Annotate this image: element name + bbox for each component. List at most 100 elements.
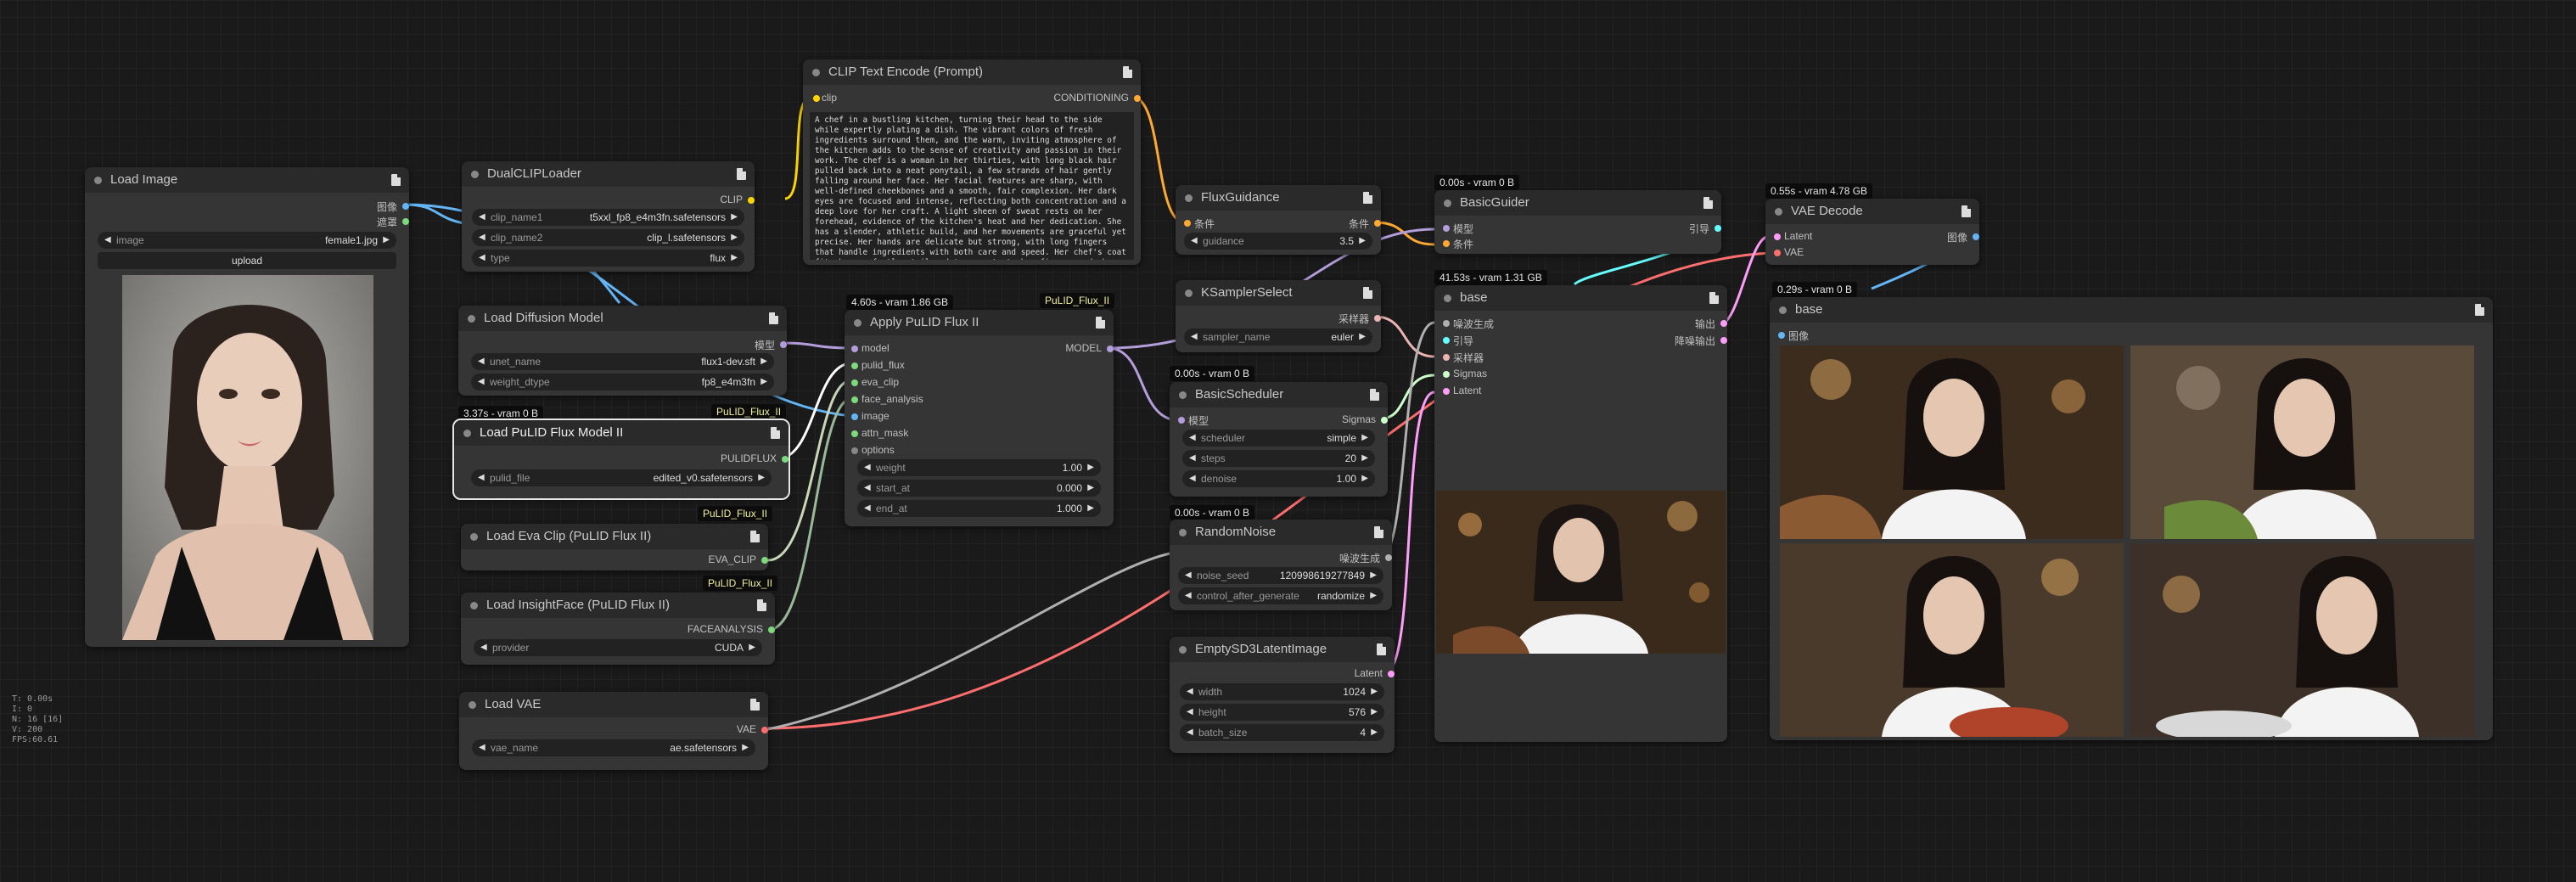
- input-guider[interactable]: 引导: [1443, 334, 1473, 348]
- prompt-textarea[interactable]: A chef in a bustling kitchen, turning th…: [810, 112, 1134, 260]
- guidance-slider[interactable]: ◀ guidance 3.5 ▶: [1184, 233, 1372, 250]
- pulid-file-select[interactable]: ◀ pulid_file edited_v0.safetensors ▶: [471, 469, 772, 486]
- clip-type-select[interactable]: ◀ type flux ▶: [472, 250, 744, 267]
- arrow-left-icon[interactable]: ◀: [1189, 430, 1196, 447]
- ksampler-select-node[interactable]: KSamplerSelect 采样器 ◀ sampler_name euler ▶: [1176, 280, 1381, 352]
- arrow-right-icon[interactable]: ▶: [1361, 450, 1368, 467]
- arrow-left-icon[interactable]: ◀: [479, 739, 485, 756]
- arrow-left-icon[interactable]: ◀: [480, 639, 487, 656]
- unet-name-select[interactable]: ◀ unet_name flux1-dev.sft ▶: [471, 353, 774, 370]
- collapse-dot[interactable]: [1185, 194, 1193, 202]
- arrow-right-icon[interactable]: ▶: [731, 209, 738, 226]
- input-latent[interactable]: Latent: [1774, 230, 1812, 242]
- preview-image-node[interactable]: base 图像: [1770, 297, 2493, 740]
- input-noise[interactable]: 噪波生成: [1443, 317, 1494, 331]
- vae-decode-node[interactable]: VAE Decode Latent VAE 图像: [1765, 199, 1979, 265]
- arrow-right-icon[interactable]: ▶: [1371, 724, 1378, 741]
- input-sigmas[interactable]: Sigmas: [1443, 368, 1487, 379]
- input-pulid-flux[interactable]: pulid_flux: [851, 359, 905, 371]
- input-face-analysis[interactable]: face_analysis: [851, 393, 923, 405]
- input-model[interactable]: model: [851, 342, 890, 354]
- input-image[interactable]: 图像: [1778, 329, 1809, 343]
- collapse-dot[interactable]: [469, 701, 476, 709]
- collapse-dot[interactable]: [470, 602, 478, 610]
- output-sampler[interactable]: 采样器: [1339, 312, 1381, 326]
- load-diffusion-model-node[interactable]: Load Diffusion Model 模型 ◀ unet_name flux1-…: [458, 306, 787, 396]
- apply-pulid-flux-node[interactable]: Apply PuLID Flux II MODEL model pulid_fl…: [845, 310, 1114, 526]
- steps-slider[interactable]: ◀ steps 20 ▶: [1182, 450, 1375, 467]
- arrow-right-icon[interactable]: ▶: [1371, 683, 1378, 700]
- output-conditioning[interactable]: 条件: [1349, 216, 1381, 231]
- output-guider[interactable]: 引导: [1689, 222, 1721, 236]
- provider-select[interactable]: ◀ provider CUDA ▶: [474, 639, 762, 656]
- arrow-right-icon[interactable]: ▶: [1087, 500, 1094, 517]
- input-conditioning[interactable]: 条件: [1184, 216, 1215, 231]
- arrow-left-icon[interactable]: ◀: [864, 459, 871, 476]
- collapse-dot[interactable]: [1179, 646, 1187, 654]
- arrow-right-icon[interactable]: ▶: [760, 374, 767, 390]
- clip-name2-select[interactable]: ◀ clip_name2 clip_l.safetensors ▶: [472, 229, 744, 246]
- output-clip[interactable]: CLIP: [720, 194, 755, 205]
- load-image-node[interactable]: Load Image 图像 遮罩 ◀ image female1.jpg ▶ uplo…: [85, 167, 409, 647]
- collapse-dot[interactable]: [463, 430, 471, 437]
- height-slider[interactable]: ◀ height 576 ▶: [1180, 704, 1384, 721]
- flux-guidance-node[interactable]: FluxGuidance 条件 条件 ◀ guidance 3.5 ▶: [1176, 185, 1381, 255]
- batch-size-slider[interactable]: ◀ batch_size 4 ▶: [1180, 724, 1384, 741]
- input-latent[interactable]: Latent: [1443, 385, 1481, 396]
- random-noise-node[interactable]: RandomNoise 噪波生成 ◀ noise_seed 120998619277…: [1170, 520, 1392, 610]
- arrow-right-icon[interactable]: ▶: [1361, 470, 1368, 487]
- end-at-slider[interactable]: ◀ end_at 1.000 ▶: [857, 500, 1101, 517]
- sampler-custom-advanced-node[interactable]: base 噪波生成 引导 采样器 Sigmas Latent 输出 降噪输出: [1434, 285, 1727, 742]
- arrow-right-icon[interactable]: ▶: [731, 250, 738, 267]
- generated-image-1[interactable]: [1780, 345, 2124, 539]
- generated-image-2[interactable]: [2130, 345, 2474, 539]
- arrow-left-icon[interactable]: ◀: [1185, 567, 1192, 584]
- arrow-right-icon[interactable]: ▶: [749, 639, 755, 656]
- input-model[interactable]: 模型: [1443, 222, 1473, 236]
- image-select[interactable]: ◀ image female1.jpg ▶: [98, 232, 396, 249]
- output-faceanalysis[interactable]: FACEANALYSIS: [687, 623, 775, 635]
- load-eva-clip-node[interactable]: Load Eva Clip (PuLID Flux II) EVA_CLIP: [461, 524, 768, 570]
- arrow-left-icon[interactable]: ◀: [1189, 450, 1196, 467]
- arrow-left-icon[interactable]: ◀: [478, 469, 485, 486]
- input-sampler[interactable]: 采样器: [1443, 351, 1484, 365]
- collapse-dot[interactable]: [1444, 199, 1451, 207]
- collapse-dot[interactable]: [812, 69, 820, 76]
- input-clip[interactable]: clip: [813, 92, 837, 104]
- width-slider[interactable]: ◀ width 1024 ▶: [1180, 683, 1384, 700]
- collapse-dot[interactable]: [468, 315, 475, 323]
- output-sigmas[interactable]: Sigmas: [1342, 413, 1388, 425]
- collapse-dot[interactable]: [94, 177, 102, 184]
- input-eva-clip[interactable]: eva_clip: [851, 376, 899, 388]
- clip-text-encode-node[interactable]: CLIP Text Encode (Prompt) clip CONDITION…: [803, 59, 1141, 265]
- collapse-dot[interactable]: [1179, 391, 1187, 399]
- arrow-right-icon[interactable]: ▶: [1087, 459, 1094, 476]
- input-conditioning[interactable]: 条件: [1443, 237, 1473, 251]
- vae-name-select[interactable]: ◀ vae_name ae.safetensors ▶: [472, 739, 755, 756]
- arrow-left-icon[interactable]: ◀: [1189, 470, 1196, 487]
- input-vae[interactable]: VAE: [1774, 246, 1804, 258]
- load-insightface-node[interactable]: Load InsightFace (PuLID Flux II) FACEANA…: [461, 593, 775, 665]
- arrow-right-icon[interactable]: ▶: [1370, 587, 1377, 604]
- output-denoised[interactable]: 降噪输出: [1675, 334, 1727, 348]
- arrow-right-icon[interactable]: ▶: [758, 469, 765, 486]
- output-noise[interactable]: 噪波生成: [1339, 551, 1392, 565]
- collapse-dot[interactable]: [1779, 306, 1787, 314]
- arrow-right-icon[interactable]: ▶: [1087, 480, 1094, 497]
- arrow-right-icon[interactable]: ▶: [760, 353, 767, 370]
- collapse-dot[interactable]: [1775, 208, 1782, 216]
- output-vae[interactable]: VAE: [737, 723, 768, 735]
- arrow-left-icon[interactable]: ◀: [864, 500, 871, 517]
- output-pulidflux[interactable]: PULIDFLUX: [721, 452, 789, 464]
- load-pulid-model-node[interactable]: Load PuLID Flux Model II PULIDFLUX ◀ puli…: [452, 419, 790, 500]
- output-model[interactable]: 模型: [755, 338, 787, 352]
- arrow-left-icon[interactable]: ◀: [1185, 587, 1192, 604]
- arrow-right-icon[interactable]: ▶: [1359, 233, 1366, 250]
- collapse-dot[interactable]: [470, 533, 478, 541]
- weight-slider[interactable]: ◀ weight 1.00 ▶: [857, 459, 1101, 476]
- arrow-left-icon[interactable]: ◀: [1187, 683, 1193, 700]
- control-after-generate-select[interactable]: ◀ control_after_generate randomize ▶: [1178, 587, 1383, 604]
- noise-seed-input[interactable]: ◀ noise_seed 120998619277849 ▶: [1178, 567, 1383, 584]
- arrow-left-icon[interactable]: ◀: [104, 232, 111, 249]
- arrow-right-icon[interactable]: ▶: [731, 229, 738, 246]
